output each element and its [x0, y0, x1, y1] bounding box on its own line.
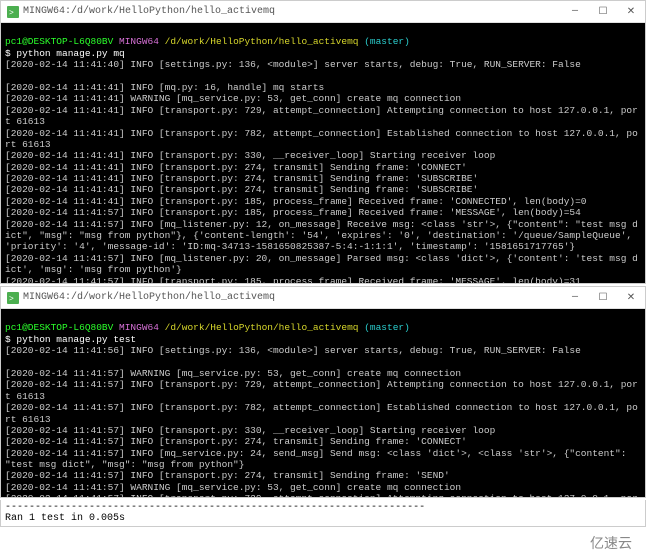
maximize-button[interactable]: ☐ — [589, 1, 617, 23]
window-title: MINGW64:/d/work/HelloPython/hello_active… — [23, 292, 275, 303]
close-button[interactable]: ✕ — [617, 1, 645, 23]
titlebar-title-area: > MINGW64:/d/work/HelloPython/hello_acti… — [7, 6, 275, 18]
command-line: $ python manage.py test — [5, 334, 136, 345]
minimize-button[interactable]: — — [561, 1, 589, 23]
prompt-branch: (master) — [364, 322, 410, 333]
window-title: MINGW64:/d/work/HelloPython/hello_active… — [23, 6, 275, 17]
titlebar-title-area: > MINGW64:/d/work/HelloPython/hello_acti… — [7, 292, 275, 304]
terminal-body-1[interactable]: pc1@DESKTOP-L6Q80BV MINGW64 /d/work/Hell… — [1, 23, 645, 283]
window-controls: — ☐ ✕ — [561, 1, 645, 23]
prompt-user: pc1@DESKTOP-L6Q80BV — [5, 322, 113, 333]
watermark: 亿速云 — [0, 527, 646, 555]
terminal-body-2[interactable]: pc1@DESKTOP-L6Q80BV MINGW64 /d/work/Hell… — [1, 309, 645, 497]
test-result-footer: ----------------------------------------… — [0, 500, 646, 527]
mingw-icon: > — [7, 6, 19, 18]
log-output-2: [2020-02-14 11:41:56] INFO [settings.py:… — [5, 345, 644, 497]
maximize-button[interactable]: ☐ — [589, 287, 617, 309]
terminal-window-2: > MINGW64:/d/work/HelloPython/hello_acti… — [0, 286, 646, 498]
command-line: $ python manage.py mq — [5, 48, 125, 59]
titlebar-2[interactable]: > MINGW64:/d/work/HelloPython/hello_acti… — [1, 287, 645, 309]
prompt-path: /d/work/HelloPython/hello_activemq — [165, 322, 359, 333]
prompt-user: pc1@DESKTOP-L6Q80BV — [5, 36, 113, 47]
svg-text:>: > — [9, 295, 14, 304]
window-controls: — ☐ ✕ — [561, 287, 645, 309]
svg-text:>: > — [9, 9, 14, 18]
mingw-icon: > — [7, 292, 19, 304]
close-button[interactable]: ✕ — [617, 287, 645, 309]
log-output-1: [2020-02-14 11:41:40] INFO [settings.py:… — [5, 59, 638, 283]
prompt-branch: (master) — [364, 36, 410, 47]
prompt-mingw: MINGW64 — [119, 322, 159, 333]
divider-line: ----------------------------------------… — [5, 502, 425, 513]
terminal-window-1: > MINGW64:/d/work/HelloPython/hello_acti… — [0, 0, 646, 284]
titlebar-1[interactable]: > MINGW64:/d/work/HelloPython/hello_acti… — [1, 1, 645, 23]
test-summary: Ran 1 test in 0.005s — [5, 513, 125, 524]
minimize-button[interactable]: — — [561, 287, 589, 309]
prompt-path: /d/work/HelloPython/hello_activemq — [165, 36, 359, 47]
prompt-mingw: MINGW64 — [119, 36, 159, 47]
